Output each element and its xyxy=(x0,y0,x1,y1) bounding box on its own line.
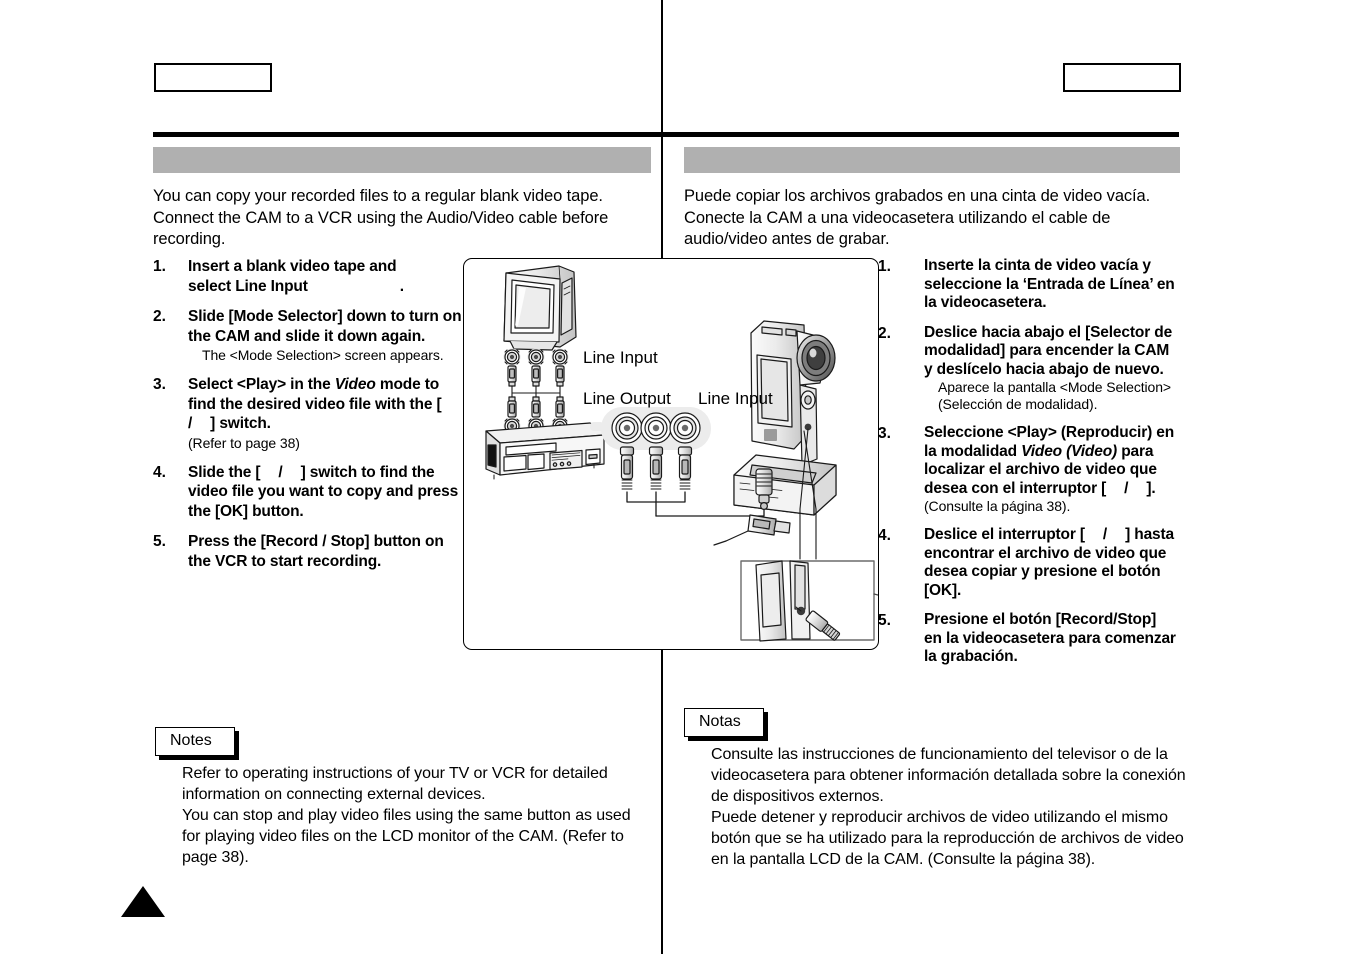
steps-list-left: 1. Insert a blank video tape and select … xyxy=(153,257,463,582)
diagram-label-tv-line-input: Line Input xyxy=(583,348,658,367)
step-text-c: / xyxy=(188,415,193,432)
list-item: 1. Insert a blank video tape and select … xyxy=(153,257,463,296)
header-rule-left xyxy=(153,132,661,137)
step-number: 2. xyxy=(153,308,166,325)
intro-paragraph-right: Puede copiar los archivos grabados en un… xyxy=(684,187,1151,248)
step-line-2a: select Line Input xyxy=(188,277,308,295)
step-line-1: Insert a blank video tape and xyxy=(188,258,397,275)
step-number: 5. xyxy=(878,612,891,629)
section-title-bar-left xyxy=(153,147,651,173)
step-text-c: / xyxy=(1124,479,1129,497)
notes-body-right: Consulte las instrucciones de funcionami… xyxy=(711,746,1186,868)
step-subtext: (Refer to page 38) xyxy=(188,434,300,451)
manual-page: You can copy your recorded files to a re… xyxy=(0,0,1348,954)
step-text-a: Slide the [ xyxy=(188,463,261,481)
step-number: 4. xyxy=(878,527,891,544)
step-text-d: ]. xyxy=(1146,479,1156,497)
step-subtext: Aparece la pantalla <Mode Selection> (Se… xyxy=(938,379,1172,412)
step-number: 3. xyxy=(878,425,891,442)
list-item: 3. Seleccione <Play> (Reproducir) en la … xyxy=(878,424,1178,515)
list-item: 4. Slide the [/] switch to find the vide… xyxy=(153,463,463,522)
diagram-label-vcr-line-output: Line Output xyxy=(583,389,671,408)
up-triangle-page-marker xyxy=(121,886,165,917)
notes-label: Notas xyxy=(699,713,741,730)
step-number: 4. xyxy=(153,463,166,481)
step-text: Presione el botón [Record/Stop] en la vi… xyxy=(924,611,1176,665)
step-subtext: (Consulte la página 38). xyxy=(924,498,1071,514)
list-item: 5. Press the [Record / Stop] button on t… xyxy=(153,532,463,571)
step-text: Seleccione <Play> (Reproducir) en la mod… xyxy=(924,424,1178,498)
notes-label-box-right: Notas xyxy=(684,708,764,737)
section-title-bar-right xyxy=(684,147,1180,173)
detail-callout xyxy=(740,560,878,642)
cam-to-vcr-connection-diagram xyxy=(463,258,879,650)
diagram-label-cam-line-input: Line Input xyxy=(698,389,773,408)
step-text: Inserte la cinta de video vacía y selecc… xyxy=(924,257,1175,311)
step-text-italic: Video (Video) xyxy=(1021,442,1118,460)
header-box-right xyxy=(1063,63,1181,92)
intro-paragraph-left: You can copy your recorded files to a re… xyxy=(153,187,609,248)
usb-connector xyxy=(713,514,791,546)
step-text-d: ] switch. xyxy=(210,415,271,432)
step-text-italic: Video xyxy=(334,376,376,393)
step-text: Slide the [/] switch to find the video f… xyxy=(188,463,463,522)
step-text: Select <Play> in the Video mode to find … xyxy=(188,375,463,434)
step-text: Deslice hacia abajo el [Selector de moda… xyxy=(924,323,1173,378)
step-line-2b: . xyxy=(399,277,404,295)
step-text-a: Select <Play> in the xyxy=(188,376,335,393)
step-number: 1. xyxy=(153,258,166,275)
list-item: 2. Slide [Mode Selector] down to turn on… xyxy=(153,307,463,364)
list-item: 3. Select <Play> in the Video mode to fi… xyxy=(153,375,463,452)
step-text: Insert a blank video tape and select Lin… xyxy=(188,257,463,296)
list-item: 5. Presione el botón [Record/Stop] en la… xyxy=(878,611,1178,667)
list-item: 4. Deslice el interruptor [/] hasta enco… xyxy=(878,526,1178,600)
header-box-left xyxy=(154,63,272,92)
television-icon xyxy=(503,265,577,351)
step-number: 2. xyxy=(878,324,891,342)
step-text: Slide [Mode Selector] down to turn on th… xyxy=(188,308,462,345)
cradle-icon xyxy=(733,454,837,516)
header-rule-right xyxy=(663,132,1179,137)
tv-av-jacks xyxy=(503,348,569,387)
step-text: Press the [Record / Stop] button on the … xyxy=(188,533,444,570)
list-item: 1. Inserte la cinta de video vacía y sel… xyxy=(878,257,1178,313)
step-number: 5. xyxy=(153,533,166,550)
step-number: 3. xyxy=(153,376,166,393)
notes-body-left: Refer to operating instructions of your … xyxy=(182,765,631,866)
step-text-a: Deslice el interruptor [ xyxy=(924,526,1085,543)
lens xyxy=(796,330,836,386)
step-text: Deslice el interruptor [/] hasta encontr… xyxy=(924,526,1178,600)
step-number: 1. xyxy=(878,258,891,275)
notes-label-box-left: Notes xyxy=(155,727,235,756)
steps-list-right: 1. Inserte la cinta de video vacía y sel… xyxy=(878,257,1178,678)
notes-label: Notes xyxy=(170,732,212,749)
vcr-icon xyxy=(485,422,605,480)
step-text-c: / xyxy=(1102,526,1108,543)
step-text-c: / xyxy=(278,463,283,481)
list-item: 2. Deslice hacia abajo el [Selector de m… xyxy=(878,324,1178,414)
step-subtext: The <Mode Selection> screen appears. xyxy=(202,347,444,363)
